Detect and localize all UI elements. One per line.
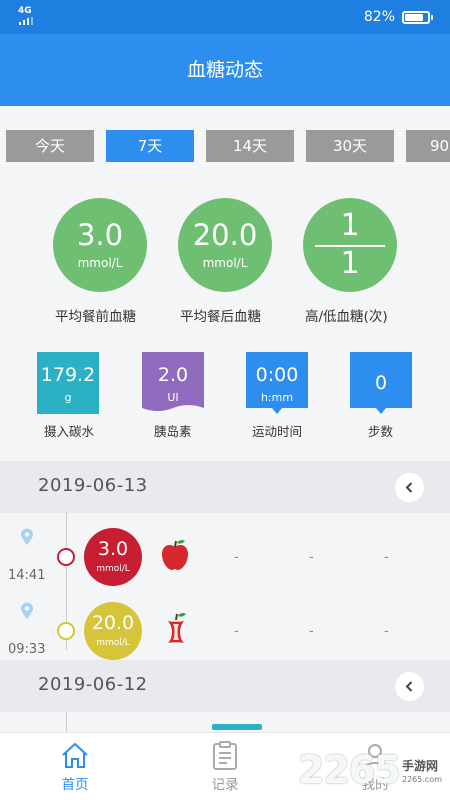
avg-pre-meal-unit: mmol/L [77, 256, 123, 270]
exercise-card[interactable]: 0:00 h:mm [246, 352, 308, 414]
avg-pre-meal-value: 3.0 [76, 218, 124, 252]
entry-dash: - [384, 624, 389, 639]
insulin-unit: UI [167, 391, 179, 404]
apple-core-icon [168, 613, 186, 643]
glucose-reading: 3.0 mmol/L [84, 528, 142, 586]
avg-pre-meal-circle: 3.0 mmol/L [53, 198, 147, 292]
avg-pre-meal-label: 平均餐前血糖 [55, 309, 136, 325]
timeline-dot [57, 548, 75, 566]
range-tabs: 今天 7天 14天 30天 90天 [0, 130, 450, 162]
avg-pre-meal-stat: 3.0 mmol/L [52, 198, 148, 292]
tab-14-days[interactable]: 14天 [206, 130, 294, 162]
page-title: 血糖动态 [186, 59, 263, 81]
scroll-indicator [212, 724, 262, 730]
glucose-reading: 20.0 mmol/L [84, 602, 142, 660]
carbs-value: 179.2 [40, 364, 96, 386]
clipboard-icon [213, 741, 237, 770]
entry-dash: - [309, 550, 314, 565]
insulin-label: 胰岛素 [154, 424, 192, 439]
glucose-value: 3.0 [97, 538, 129, 560]
avg-post-meal-value: 20.0 [192, 218, 258, 252]
chevron-left-icon [405, 482, 413, 493]
exercise-value: 0:00 [255, 364, 299, 386]
high-low-circle: 1 1 [303, 198, 397, 292]
date-text: 2019-06-13 [38, 475, 148, 496]
entry-time: 14:41 [8, 568, 46, 583]
high-low-stat: 1 1 [302, 198, 398, 292]
glucose-value: 20.0 [91, 612, 135, 634]
avg-post-meal-unit: mmol/L [202, 256, 248, 270]
high-low-label: 高/低血糖(次) [305, 309, 388, 325]
nav-records[interactable]: 记录 [180, 733, 270, 800]
collapse-button[interactable] [395, 672, 424, 701]
chevron-left-icon [405, 681, 413, 692]
entry-dash: - [234, 624, 239, 639]
network-type: 4G [18, 6, 32, 16]
apple-icon [162, 540, 188, 570]
battery-icon [402, 11, 433, 24]
avg-post-meal-stat: 20.0 mmol/L [177, 198, 273, 292]
timeline-line [66, 712, 67, 732]
watermark-logo: 2265 手游网 2265.com [298, 748, 448, 794]
steps-value: 0 [374, 372, 388, 394]
nav-records-label: 记录 [211, 777, 239, 793]
app-header: 血糖动态 [0, 34, 450, 106]
avg-post-meal-circle: 20.0 mmol/L [178, 198, 272, 292]
entry-dash: - [234, 550, 239, 565]
battery-percent: 82% [363, 9, 395, 25]
steps-label: 步数 [368, 424, 394, 439]
tab-30-days[interactable]: 30天 [306, 130, 394, 162]
carbs-unit: g [64, 391, 72, 404]
timeline-dot [57, 622, 75, 640]
status-bar: 4G 82% [0, 0, 450, 34]
nav-home[interactable]: 首页 [30, 733, 120, 800]
entry-dash: - [384, 550, 389, 565]
entry-time: 09:33 [8, 642, 46, 657]
date-text: 2019-06-12 [38, 674, 148, 695]
watermark-number: 2265 [298, 748, 401, 792]
glucose-unit: mmol/L [96, 638, 130, 648]
high-count: 1 [340, 208, 360, 243]
exercise-unit: h:mm [260, 391, 294, 404]
glucose-entry[interactable]: 09:33 20.0 mmol/L - - - [0, 596, 450, 666]
carbs-card[interactable]: 179.2 g [37, 352, 99, 414]
signal-icon [19, 17, 33, 25]
insulin-card[interactable]: 2.0 UI [142, 352, 204, 414]
tab-today[interactable]: 今天 [6, 130, 94, 162]
carbs-label: 摄入碳水 [44, 424, 95, 439]
home-icon [62, 742, 88, 768]
location-pin-icon [21, 528, 33, 545]
glucose-unit: mmol/L [96, 564, 130, 574]
insulin-value: 2.0 [157, 364, 189, 386]
tab-7-days[interactable]: 7天 [106, 130, 194, 162]
date-header: 2019-06-12 [0, 660, 450, 712]
watermark-url: 2265.com [402, 775, 442, 784]
avg-post-meal-label: 平均餐后血糖 [180, 309, 261, 325]
exercise-label: 运动时间 [252, 424, 303, 439]
steps-card[interactable]: 0 [350, 352, 412, 414]
tab-90-days[interactable]: 90天 [406, 130, 450, 162]
watermark-text: 手游网 [402, 759, 439, 773]
glucose-entry[interactable]: 14:41 3.0 mmol/L - - - [0, 522, 450, 592]
location-pin-icon [21, 602, 33, 619]
entry-dash: - [309, 624, 314, 639]
nav-home-label: 首页 [61, 777, 89, 793]
collapse-button[interactable] [395, 473, 424, 502]
date-header: 2019-06-13 [0, 461, 450, 513]
low-count: 1 [340, 246, 360, 281]
